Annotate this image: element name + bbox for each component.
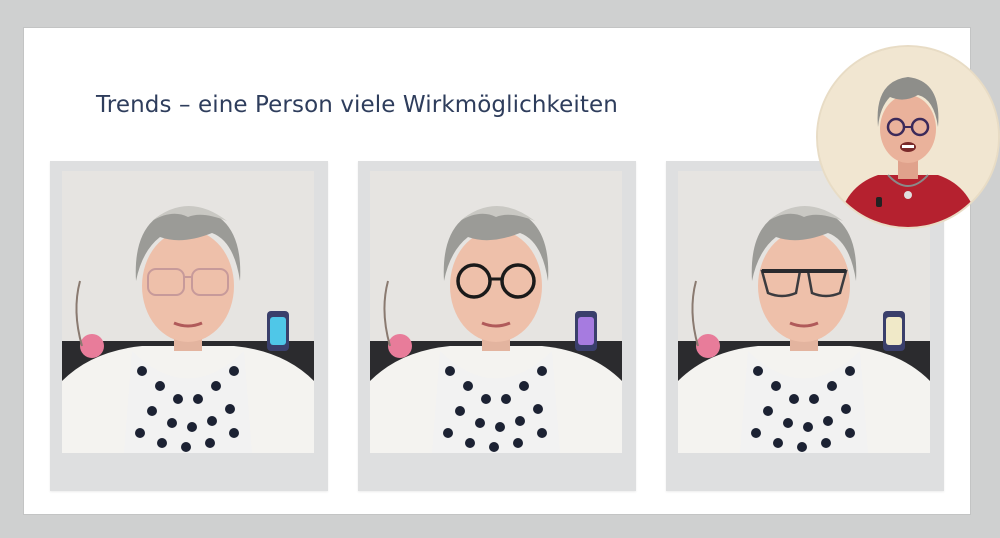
photo-frame-1 <box>50 161 328 491</box>
portrait-photo-2 <box>370 171 622 453</box>
presenter-webcam <box>818 47 998 227</box>
slide-title: Trends – eine Person viele Wirkmöglichke… <box>96 92 618 118</box>
photo-frame-2 <box>358 161 636 491</box>
portrait-photo-1 <box>62 171 314 453</box>
